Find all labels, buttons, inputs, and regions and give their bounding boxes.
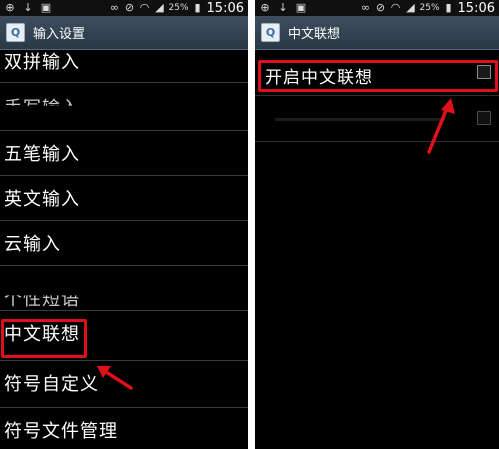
vibrate-icon: ∞ (360, 1, 371, 14)
list-item-label: 双拼输入 (4, 52, 80, 73)
image-icon: ▣ (295, 1, 307, 14)
list-item-wubi[interactable]: 五笔输入 (0, 130, 248, 176)
list-item-phrases[interactable]: 个性短语 (0, 265, 248, 311)
left-phone-screen: ⊕ ↓ ▣ ∞ ⊘ ◠ ◢ 25% ▮ 15:06 Q 输入设置 双拼输入 手写… (0, 0, 248, 449)
list-item-symbol-files[interactable]: 符号文件管理 (0, 407, 248, 449)
battery-icon: ▮ (445, 1, 452, 14)
clock: 15:06 (206, 0, 244, 16)
battery-percent: 25% (419, 3, 440, 13)
status-bar: ⊕ ↓ ▣ ∞ ⊘ ◠ ◢ 25% ▮ 15:06 (0, 0, 248, 16)
clock: 15:06 (457, 0, 495, 16)
list-item-disabled-option[interactable] (255, 96, 499, 142)
title-bar: Q 输入设置 (0, 16, 248, 50)
highlight-box (258, 60, 498, 92)
list-item-shuangpin[interactable]: 双拼输入 (0, 50, 248, 83)
red-arrow-icon (427, 98, 455, 154)
list-item-label: 个性短语 (4, 289, 80, 310)
list-item-handwriting[interactable]: 手写输入 (0, 82, 248, 131)
app-icon[interactable]: Q (261, 23, 280, 42)
list-item-label: 符号自定义 (4, 374, 99, 395)
red-arrow-icon (97, 366, 133, 390)
battery-icon: ▮ (194, 1, 201, 14)
right-phone-screen: ⊕ ↓ ▣ ∞ ⊘ ◠ ◢ 25% ▮ 15:06 Q 中文联想 开启中文联想 (255, 0, 499, 449)
list-item-english[interactable]: 英文输入 (0, 175, 248, 221)
list-item-cloud[interactable]: 云输入 (0, 220, 248, 266)
wifi-icon: ◠ (139, 1, 150, 14)
highlight-box (1, 319, 87, 358)
download-icon: ↓ (278, 1, 288, 14)
status-bar: ⊕ ↓ ▣ ∞ ⊘ ◠ ◢ 25% ▮ 15:06 (255, 0, 499, 16)
app-icon[interactable]: Q (6, 23, 25, 42)
notification-icon: ⊕ (5, 1, 15, 14)
signal-icon: ◢ (155, 1, 164, 14)
vibrate-icon: ∞ (109, 1, 120, 14)
list-item-label: 英文输入 (4, 189, 80, 210)
list-item-label: 符号文件管理 (4, 421, 118, 442)
list-item-label (275, 118, 445, 121)
image-icon: ▣ (40, 1, 52, 14)
title-bar: Q 中文联想 (255, 16, 499, 50)
mute-icon: ⊘ (375, 1, 386, 14)
list-item-label: 五笔输入 (4, 144, 80, 165)
list-item-label: 手写输入 (4, 98, 80, 119)
list-item-label: 云输入 (4, 234, 61, 255)
battery-percent: 25% (168, 3, 189, 13)
signal-icon: ◢ (406, 1, 415, 14)
download-icon: ↓ (23, 1, 33, 14)
screen-divider (248, 0, 255, 449)
page-title: 输入设置 (33, 27, 86, 42)
page-title: 中文联想 (288, 27, 341, 42)
notification-icon: ⊕ (260, 1, 270, 14)
mute-icon: ⊘ (124, 1, 135, 14)
wifi-icon: ◠ (390, 1, 401, 14)
disabled-option-checkbox[interactable] (477, 111, 491, 125)
